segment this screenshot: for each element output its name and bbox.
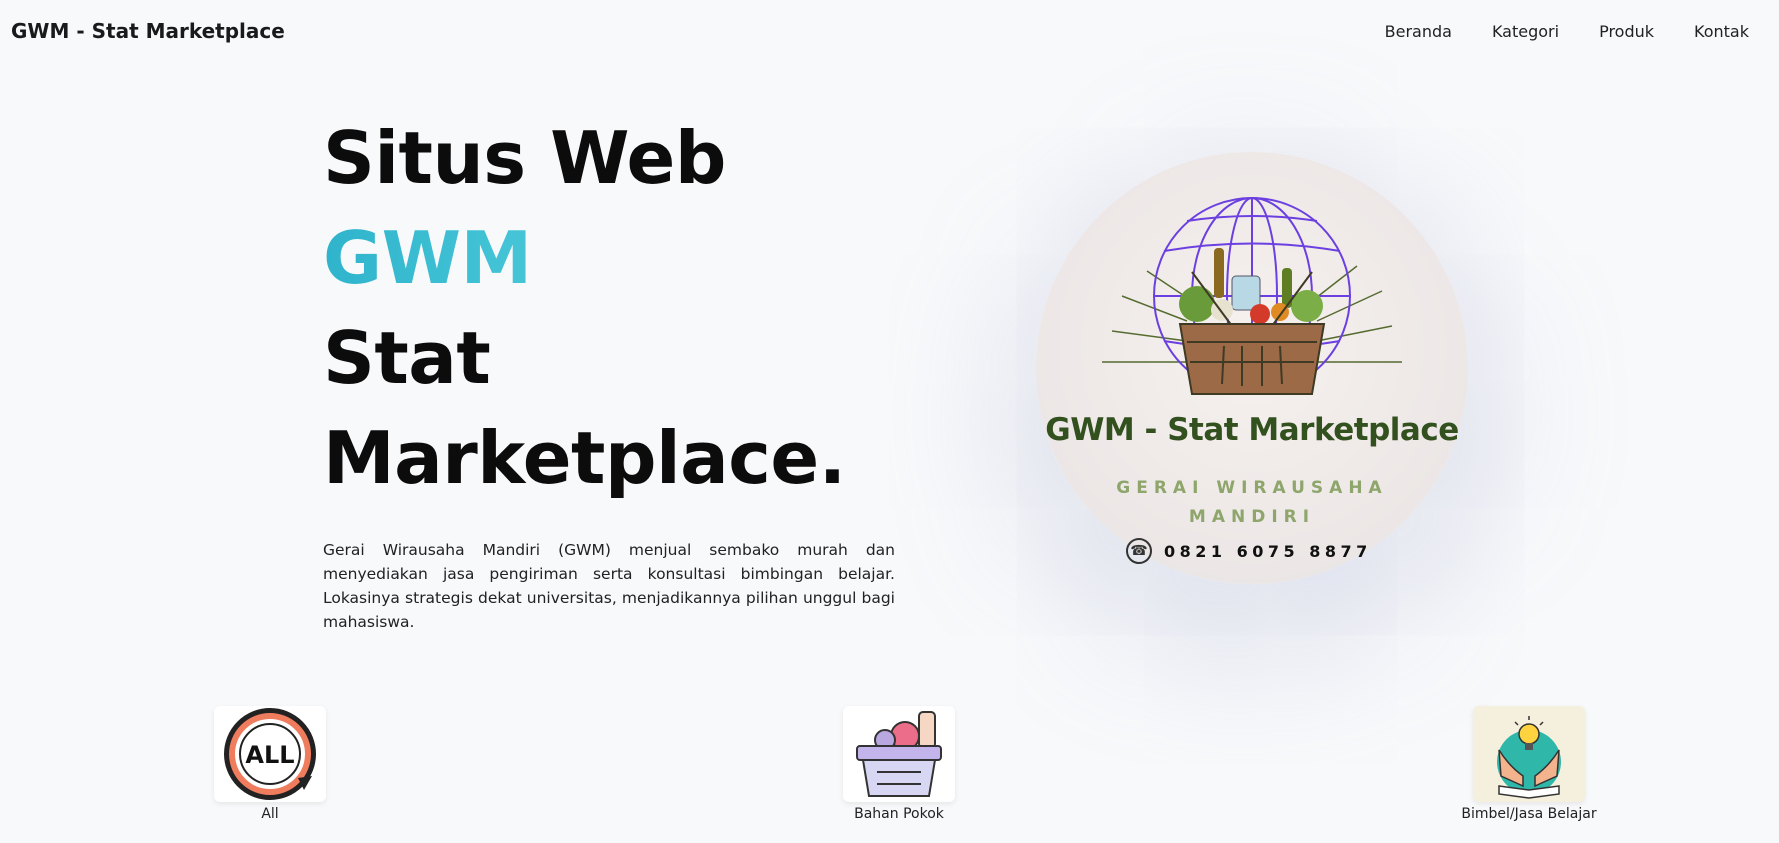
grocery-basket-globe-icon	[1102, 197, 1402, 395]
brand-logo-text[interactable]: GWM - Stat Marketplace	[11, 19, 285, 43]
nav-link-produk[interactable]: Produk	[1599, 22, 1654, 41]
nav-link-kategori[interactable]: Kategori	[1492, 22, 1559, 41]
learning-idea-icon	[1497, 716, 1561, 799]
category-bahan-pokok-card[interactable]	[843, 706, 955, 802]
category-bimbel-label: Bimbel/Jasa Belajar	[1461, 806, 1597, 822]
hero-title-line1: Situs Web	[323, 116, 726, 200]
category-bimbel-card[interactable]	[1473, 706, 1585, 802]
category-all-card[interactable]: ALL	[214, 706, 326, 802]
hero-title-line3: Stat	[323, 316, 491, 400]
hero-description: Gerai Wirausaha Mandiri (GWM) menjual se…	[323, 541, 895, 631]
category-all[interactable]: ALL All	[190, 706, 350, 822]
logo-subtitle-line2: MANDIRI	[1188, 507, 1316, 527]
category-bahan-pokok[interactable]: Bahan Pokok	[819, 706, 979, 822]
navbar: GWM - Stat Marketplace Beranda Kategori …	[0, 0, 1779, 62]
logo-title: GWM - Stat Marketplace	[1045, 412, 1459, 448]
all-refresh-icon: ALL	[224, 708, 316, 800]
hero-title-line4: Marketplace.	[323, 416, 846, 500]
logo-subtitle-line1: GERAI WIRAUSAHA	[1116, 478, 1388, 498]
svg-text:ALL: ALL	[245, 741, 294, 769]
phone-icon: ☎	[1126, 538, 1152, 564]
hero-title-accent: GWM	[323, 208, 895, 308]
category-bimbel[interactable]: Bimbel/Jasa Belajar	[1449, 706, 1609, 822]
logo-subtitle: GERAI WIRAUSAHA MANDIRI	[1106, 474, 1398, 532]
category-bahan-pokok-label: Bahan Pokok	[854, 806, 944, 822]
hero-title: Situs Web GWM Stat Marketplace.	[323, 108, 895, 508]
nav-link-kontak[interactable]: Kontak	[1694, 22, 1749, 41]
logo-phone: ☎ 0821 6075 8877	[1126, 538, 1386, 564]
category-all-label: All	[261, 806, 279, 822]
nav-links: Beranda Kategori Produk Kontak	[1385, 22, 1749, 41]
hero-logo-circle: GWM - Stat Marketplace GERAI WIRAUSAHA M…	[1036, 152, 1468, 584]
hero-text: Situs Web GWM Stat Marketplace. Gerai Wi…	[323, 108, 895, 634]
nav-link-beranda[interactable]: Beranda	[1385, 22, 1452, 41]
phone-number: 0821 6075 8877	[1164, 541, 1372, 561]
grocery-basket-icon	[856, 711, 942, 797]
